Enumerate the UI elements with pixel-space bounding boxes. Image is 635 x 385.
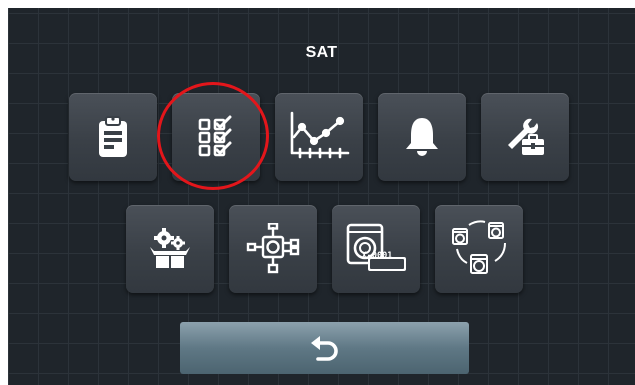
checklist-button[interactable] [172,93,260,181]
alarms-button[interactable] [378,93,466,181]
machine-id-label: X-0001 [361,251,393,261]
machine-id-button[interactable] [332,205,420,293]
page-title: SAT [305,44,338,61]
machines-button[interactable] [435,205,523,293]
configuration-button[interactable] [126,205,214,293]
wrench-toolbox-icon [508,118,544,155]
clipboard-icon [99,116,127,157]
gears-box-icon [150,228,190,268]
sat-screen: SAT X-0001 [8,8,635,385]
washer-group-icon [452,220,506,274]
line-chart-icon [290,111,350,159]
back-button[interactable] [180,322,469,374]
report-button[interactable] [69,93,157,181]
bell-icon [406,118,438,156]
network-button[interactable] [229,205,317,293]
maintenance-button[interactable] [481,93,569,181]
undo-arrow-icon [310,336,338,361]
network-nodes-icon [246,223,300,274]
washer-id-icon [346,223,406,271]
statistics-button[interactable] [275,93,363,181]
checklist-icon [198,115,232,157]
